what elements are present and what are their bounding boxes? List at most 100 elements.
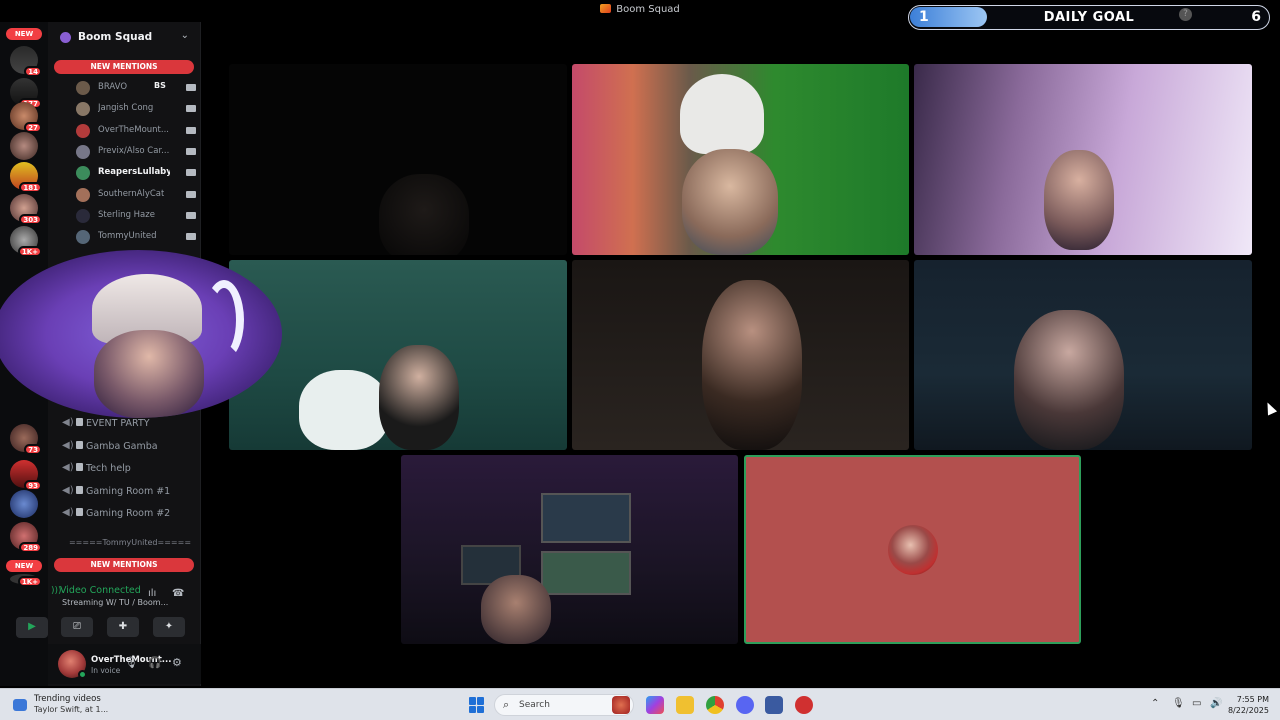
participant — [379, 345, 459, 450]
activity-button[interactable]: ✚ — [107, 617, 139, 637]
app-icon[interactable] — [795, 696, 813, 714]
microphone-icon[interactable]: 🎙 — [1172, 698, 1185, 709]
server-icon[interactable]: 1K+ — [10, 574, 42, 587]
server-icon[interactable]: 93 — [10, 460, 42, 491]
voice-channel-name: Gamba Gamba — [86, 440, 158, 452]
server-icon[interactable]: 27 — [10, 102, 42, 133]
soundboard-button[interactable]: ✦ — [153, 617, 185, 637]
voice-user[interactable]: Previx/Also Car... — [76, 143, 196, 161]
server-icon[interactable]: 1K+ — [10, 226, 42, 257]
user-avatar — [76, 166, 90, 181]
server-icon[interactable]: 303 — [10, 194, 42, 225]
camera-button[interactable]: ▶ — [16, 617, 48, 637]
video-tile-participant[interactable] — [401, 455, 738, 644]
voice-user[interactable]: SouthernAlyCat — [76, 186, 196, 204]
speaker-icon: ◀) — [62, 417, 74, 428]
system-clock[interactable]: 7:55 PM 8/22/2025 — [1228, 694, 1269, 716]
disconnect-icon[interactable]: ☎ — [172, 588, 184, 599]
voice-user[interactable]: TommyUnited — [76, 228, 196, 246]
server-icon[interactable]: 181 — [10, 162, 42, 193]
voice-channel[interactable]: ◀) Gaming Room #2 — [58, 505, 193, 523]
screen-share-icon: ⎚ — [73, 621, 81, 632]
speaker-icon — [76, 485, 83, 494]
new-mentions-button-bottom[interactable]: NEW MENTIONS — [54, 558, 194, 572]
video-camera-icon — [186, 105, 196, 113]
user-tag: BS — [154, 81, 166, 90]
voice-channel-name: EVENT PARTY — [86, 418, 150, 429]
flag-icon — [76, 418, 83, 426]
video-tile-participant[interactable] — [572, 64, 909, 255]
server-icon[interactable]: 14 — [10, 46, 42, 77]
user-status: In voice — [91, 666, 121, 675]
user-avatar — [76, 144, 90, 159]
widget-title[interactable]: Trending videos — [34, 694, 101, 704]
server-icon[interactable] — [10, 490, 38, 518]
clock-time: 7:55 PM — [1236, 695, 1269, 704]
video-tile-participant[interactable] — [914, 260, 1252, 450]
voice-connected-status[interactable]: Video Connected — [60, 585, 141, 596]
widgets-icon[interactable] — [13, 699, 27, 711]
video-camera-icon — [186, 211, 196, 219]
soundboard-icon[interactable]: ılı — [148, 588, 156, 599]
monitor — [541, 551, 631, 595]
user-avatar — [76, 187, 90, 202]
voice-user-name: Jangish Cong — [98, 103, 154, 114]
search-icon: ⌕ — [503, 698, 510, 711]
chevron-up-icon[interactable]: ⌃ — [1151, 698, 1159, 709]
server-icon[interactable]: 289 — [10, 522, 42, 553]
help-icon[interactable]: ? — [1179, 8, 1192, 21]
speaker-icon: ◀) — [62, 439, 74, 451]
start-button[interactable] — [469, 697, 485, 713]
participant — [481, 575, 551, 644]
voice-channel[interactable]: ◀) Gaming Room #1 — [58, 483, 193, 501]
volume-icon[interactable]: 🔊 — [1210, 698, 1222, 709]
video-tile-dark[interactable] — [229, 64, 567, 255]
voice-channel[interactable]: ◀) Tech help — [58, 460, 193, 478]
voice-user[interactable]: ReapersLullaby — [76, 164, 196, 182]
voice-user-name: OverTheMount... — [98, 124, 170, 135]
video-camera-icon — [186, 190, 196, 198]
video-tile-participant[interactable] — [572, 260, 909, 450]
voice-user[interactable]: Sterling Haze — [76, 207, 196, 225]
server-icon[interactable]: 73 — [10, 424, 42, 455]
daily-goal-widget: 1 DAILY GOAL ? 6 — [908, 5, 1270, 30]
video-camera-icon — [186, 147, 196, 155]
voice-channel[interactable]: ◀) Gamba Gamba — [58, 438, 193, 456]
voice-user[interactable]: Jangish Cong — [76, 100, 196, 118]
participant-avatar — [888, 525, 938, 575]
user-avatar — [76, 123, 90, 138]
video-tile-avatar-only[interactable] — [744, 455, 1081, 644]
discord-icon[interactable] — [736, 696, 754, 714]
chrome-icon[interactable] — [706, 696, 724, 714]
app-icon[interactable] — [612, 696, 630, 714]
category-divider[interactable]: =====TommyUnited===== — [60, 538, 200, 547]
slot-icon — [76, 440, 83, 449]
file-explorer-icon[interactable] — [676, 696, 694, 714]
windows-taskbar: Trending videos Taylor Swift, at 1... ⌕ … — [0, 688, 1280, 720]
voice-channel-name: Tech help — [86, 463, 131, 474]
video-tile-participant[interactable] — [229, 260, 567, 450]
voice-user[interactable]: OverTheMount... — [76, 122, 196, 140]
new-unreads-pill[interactable]: NEW — [6, 28, 42, 40]
video-tile-participant[interactable] — [914, 64, 1252, 255]
keyboard-icon — [76, 463, 83, 471]
chevron-down-icon[interactable]: ⌄ — [181, 30, 189, 41]
headphones-icon[interactable]: 🎧 — [148, 656, 162, 669]
new-mentions-button[interactable]: NEW MENTIONS — [54, 60, 194, 74]
voice-activity: Streaming W/ TU / Boom... — [62, 598, 169, 607]
server-header[interactable]: Boom Squad ⌄ — [48, 28, 201, 48]
copilot-icon[interactable] — [646, 696, 664, 714]
server-icon[interactable] — [10, 132, 38, 160]
voice-user[interactable]: BRAVO BS — [76, 79, 196, 97]
voice-user-name: Sterling Haze — [98, 209, 155, 220]
voice-user-name: TommyUnited — [98, 231, 157, 242]
share-screen-button[interactable]: ⎚ — [61, 617, 93, 637]
new-unreads-pill-bottom[interactable]: NEW — [6, 560, 42, 572]
settings-gear-icon[interactable]: ⚙ — [172, 656, 182, 669]
network-icon[interactable]: ▭ — [1192, 698, 1201, 709]
app-icon[interactable] — [765, 696, 783, 714]
microphone-icon[interactable]: 🎙 — [124, 656, 138, 669]
server-name: Boom Squad — [78, 31, 153, 43]
voice-channel-name: Gaming Room #2 — [86, 508, 171, 519]
chef-hat — [680, 74, 764, 154]
